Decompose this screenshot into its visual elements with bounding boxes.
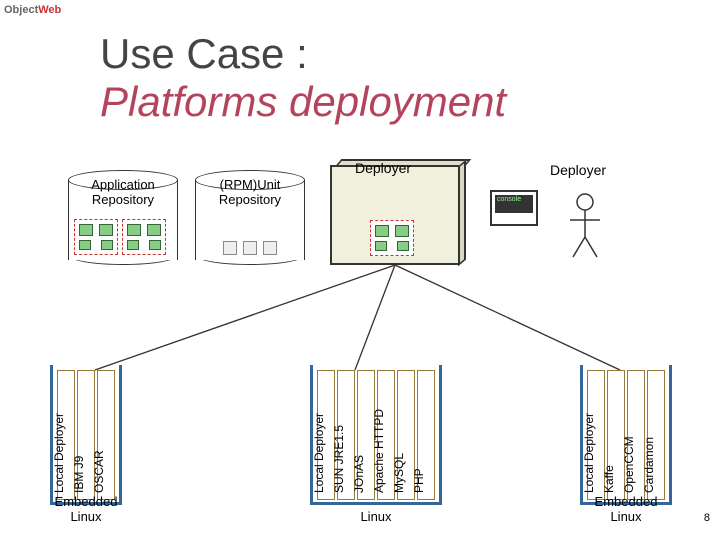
host-label: Embedded Linux	[583, 494, 669, 524]
logo-part1: Object	[4, 4, 38, 16]
stack-bar: PHP	[417, 370, 435, 500]
bar-label: IBM J9	[72, 456, 86, 493]
cylinder-label: Application Repository	[68, 177, 178, 207]
bar-label: Cardamon	[642, 437, 656, 493]
bar-label: Local Deployer	[52, 413, 66, 493]
rpm-unit-repository: (RPM)Unit Repository	[195, 170, 305, 265]
component-icon	[122, 219, 166, 255]
bar-label: Apache HTTPD	[372, 409, 386, 493]
unit-icon	[263, 241, 277, 255]
stack-bar: Cardamon	[647, 370, 665, 500]
component-icon	[370, 220, 414, 256]
host-embedded-linux-2: Local Deployer Kaffe OpenCCM Cardamon Em…	[580, 365, 672, 505]
bar-label: SUN JRE1.5	[332, 425, 346, 493]
bar-label: OpenCCM	[622, 436, 636, 493]
bar-label: PHP	[412, 468, 426, 493]
actor-label: Deployer	[550, 162, 606, 178]
page-number: 8	[704, 512, 710, 524]
host-label: Embedded Linux	[53, 494, 119, 524]
slide-title: Use Case :	[100, 30, 308, 78]
console-text: console	[495, 195, 533, 213]
bar-label: Local Deployer	[312, 413, 326, 493]
logo-part2: Web	[38, 4, 61, 16]
bar-label: OSCAR	[92, 450, 106, 493]
bar-label: Kaffe	[602, 465, 616, 493]
console-icon: console	[490, 190, 538, 226]
host-embedded-linux-1: Local Deployer IBM J9 OSCAR Embedded Lin…	[50, 365, 122, 505]
host-linux: Local Deployer SUN JRE1.5 JOnAS Apache H…	[310, 365, 442, 505]
host-label: Linux	[313, 509, 439, 524]
component-icon	[74, 219, 118, 255]
slide-subtitle: Platforms deployment	[100, 78, 506, 126]
bar-label: JOnAS	[352, 455, 366, 493]
bar-label: Local Deployer	[582, 413, 596, 493]
unit-icon	[223, 241, 237, 255]
logo: ObjectWeb	[4, 4, 61, 16]
deployer-label: Deployer	[355, 160, 411, 176]
actor-icon	[570, 192, 600, 262]
unit-icon	[243, 241, 257, 255]
bar-label: MySQL	[392, 453, 406, 493]
stack-bar: OSCAR	[97, 370, 115, 500]
cylinder-label: (RPM)Unit Repository	[195, 177, 305, 207]
application-repository: Application Repository	[68, 170, 178, 265]
